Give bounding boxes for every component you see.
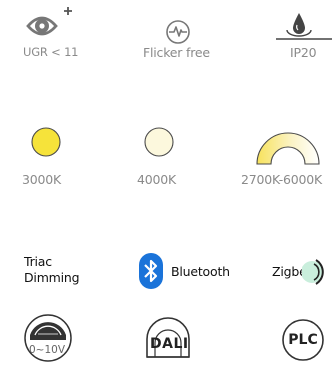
bluetooth-icon [138,252,164,290]
plc-label: PLC [288,332,318,348]
ugr-label: UGR < 11 [23,45,79,59]
triac-label-line2: Dimming [24,270,80,285]
analog-label: 0~10V [29,344,66,356]
warm-color-swatch [30,126,62,158]
water-drop-icon [276,6,332,42]
color-temp-label: 4000K [137,172,177,187]
color-temp-label: 2700K-6000K [241,172,323,187]
triac-dimming: Triac Dimming [24,254,80,286]
triac-label-line1: Triac [24,254,52,269]
neutral-color-swatch [143,126,175,158]
zigbee-wave-icon [302,252,332,292]
bluetooth-label: Bluetooth [171,264,230,279]
color-temp-label: 3000K [22,172,62,187]
tunable-arc-swatch [255,126,321,166]
heartbeat-circle-icon [165,19,191,45]
ip-label: IP20 [290,45,317,60]
eye-plus-icon [22,4,80,40]
dali-label: DALI [150,336,189,352]
flicker-label: Flicker free [143,45,210,60]
